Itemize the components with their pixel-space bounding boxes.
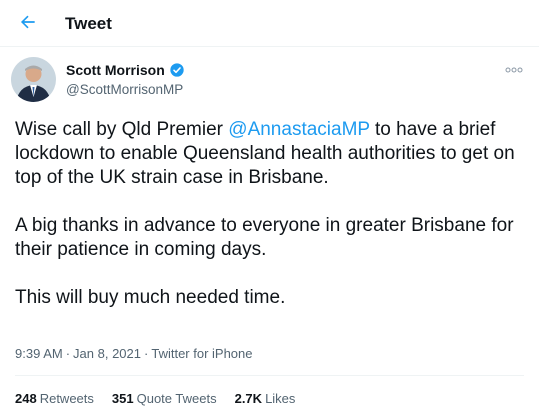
likes-stat[interactable]: 2.7K Likes — [235, 391, 296, 406]
profile-photo — [11, 57, 56, 102]
tweet-paragraph-2: A big thanks in advance to everyone in g… — [15, 215, 514, 260]
engagement-stats: 248 Retweets 351 Quote Tweets 2.7K Likes — [15, 391, 295, 406]
tweet-paragraph-1: Wise call by Qld Premier @AnnastaciaMP t… — [15, 118, 530, 190]
quote-tweets-stat[interactable]: 351 Quote Tweets — [112, 391, 217, 406]
author-handle[interactable]: @ScottMorrisonMP — [66, 82, 183, 97]
retweets-stat[interactable]: 248 Retweets — [15, 391, 94, 406]
separator: · — [144, 346, 149, 361]
retweets-label: Retweets — [39, 391, 94, 406]
mention-link[interactable]: @AnnastaciaMP — [228, 119, 369, 140]
page-title: Tweet — [65, 14, 112, 33]
likes-count: 2.7K — [234, 391, 263, 406]
author-name-text: Scott Morrison — [66, 62, 165, 78]
tweet-text-part: Wise call by Qld Premier — [15, 119, 229, 140]
arrow-left-icon — [20, 15, 35, 29]
tweet-source[interactable]: Twitter for iPhone — [151, 346, 252, 361]
tweet-text: Wise call by Qld Premier @AnnastaciaMP t… — [15, 118, 530, 334]
separator: · — [65, 346, 71, 361]
divider — [15, 375, 524, 376]
verified-badge-icon — [170, 63, 184, 77]
tweet-time[interactable]: 9:39 AM — [15, 346, 63, 361]
tweet-paragraph-3: This will buy much needed time. — [15, 287, 286, 308]
quote-tweets-label: Quote Tweets — [136, 391, 217, 406]
back-button[interactable] — [16, 10, 40, 34]
more-options-button[interactable] — [504, 63, 524, 77]
author-name[interactable]: Scott Morrison — [66, 62, 185, 78]
tweet-date[interactable]: Jan 8, 2021 — [73, 346, 141, 361]
retweets-count: 248 — [15, 391, 37, 406]
quote-tweets-count: 351 — [111, 391, 134, 406]
avatar[interactable] — [11, 57, 56, 102]
top-bar: Tweet — [0, 0, 539, 47]
more-dots-icon — [505, 67, 523, 73]
tweet-metadata: 9:39 AM · Jan 8, 2021 · Twitter for iPhone — [15, 346, 253, 361]
likes-label: Likes — [265, 391, 296, 406]
